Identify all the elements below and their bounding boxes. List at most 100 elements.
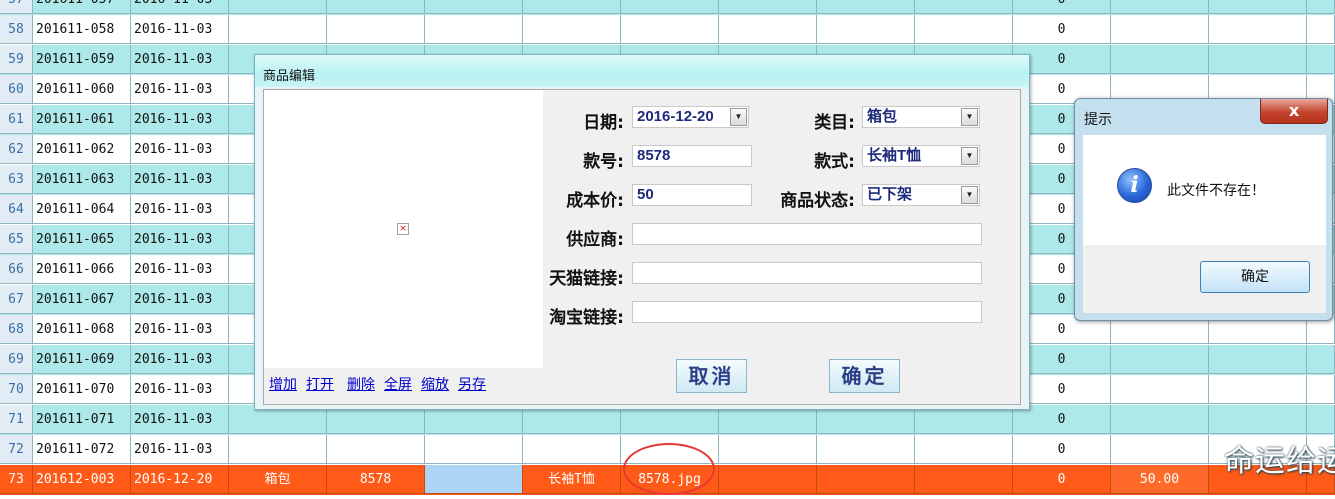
table-cell <box>425 15 523 44</box>
chevron-down-icon[interactable]: ▼ <box>961 108 978 126</box>
table-cell <box>915 465 1013 494</box>
order-code-cell: 201611-063 <box>33 165 131 194</box>
tmall-link-input[interactable] <box>632 262 982 284</box>
cost-label: 成本价: <box>566 191 624 211</box>
dialog-titlebar[interactable]: 商品编辑 <box>255 55 1029 87</box>
chevron-down-icon[interactable]: ▼ <box>961 147 978 165</box>
alert-content: i 此文件不存在！ <box>1083 135 1326 245</box>
close-icon: x <box>1288 101 1300 120</box>
close-button[interactable]: x <box>1260 99 1328 124</box>
row-number: 61 <box>0 105 33 134</box>
date-label: 日期: <box>583 113 624 133</box>
table-cell <box>1307 375 1335 404</box>
ok-button[interactable]: 确定 <box>1200 261 1310 293</box>
add-image-link[interactable]: 增加 <box>269 374 297 394</box>
cost-input[interactable]: 50 <box>632 184 752 206</box>
table-cell <box>719 15 817 44</box>
table-cell <box>817 15 915 44</box>
order-code-cell: 201611-060 <box>33 75 131 104</box>
date-cell: 2016-12-20 <box>131 465 229 494</box>
table-cell <box>719 0 817 14</box>
watermark: 命运给运 <box>1224 444 1335 479</box>
date-cell: 2016-11-03 <box>131 105 229 134</box>
table-cell <box>719 465 817 494</box>
order-code-cell: 201611-069 <box>33 345 131 374</box>
table-cell <box>621 15 719 44</box>
row-number: 71 <box>0 405 33 434</box>
status-select[interactable]: 已下架 ▼ <box>862 184 980 206</box>
status-value: 已下架 <box>867 186 913 203</box>
row-number: 62 <box>0 135 33 164</box>
save-as-image-link[interactable]: 另存 <box>458 374 486 394</box>
style-no-label: 款号: <box>583 152 624 172</box>
open-image-link[interactable]: 打开 <box>306 374 334 394</box>
table-cell <box>1111 0 1209 14</box>
style-cell: 长袖T恤 <box>523 465 621 494</box>
row-number: 65 <box>0 225 33 254</box>
category-label: 类目: <box>814 113 855 133</box>
table-cell <box>1209 405 1307 434</box>
date-cell: 2016-11-03 <box>131 195 229 224</box>
confirm-button[interactable]: 确定 <box>829 359 900 393</box>
date-cell: 2016-11-03 <box>131 315 229 344</box>
table-row[interactable]: 57201611-0572016-11-03 0 <box>0 0 1335 15</box>
zoom-image-link[interactable]: 缩放 <box>421 374 449 394</box>
delete-image-link[interactable]: 删除 <box>347 374 375 394</box>
chevron-down-icon[interactable]: ▼ <box>961 186 978 204</box>
fullscreen-image-link[interactable]: 全屏 <box>384 374 412 394</box>
row-number: 57 <box>0 0 33 14</box>
table-cell <box>229 0 327 14</box>
table-cell <box>1209 15 1307 44</box>
taobao-link-input[interactable] <box>632 301 982 323</box>
table-cell <box>1307 45 1335 74</box>
date-cell: 2016-11-03 <box>131 405 229 434</box>
status-label: 商品状态: <box>780 191 855 211</box>
cancel-button[interactable]: 取消 <box>676 359 747 393</box>
row-number: 58 <box>0 15 33 44</box>
date-cell: 2016-11-03 <box>131 165 229 194</box>
order-code-cell: 201611-068 <box>33 315 131 344</box>
category-cell: 箱包 <box>229 465 327 494</box>
table-cell <box>1209 0 1307 14</box>
table-cell <box>1209 45 1307 74</box>
category-select[interactable]: 箱包 ▼ <box>862 106 980 128</box>
tmall-link-label: 天猫链接: <box>549 269 624 289</box>
order-code-cell: 201611-059 <box>33 45 131 74</box>
order-code-cell: 201611-066 <box>33 255 131 284</box>
table-cell <box>1111 435 1209 464</box>
table-cell <box>1307 0 1335 14</box>
alert-footer: 确定 <box>1083 245 1326 313</box>
row-number: 66 <box>0 255 33 284</box>
price-cell: 50.00 <box>1111 465 1209 494</box>
row-number: 73 <box>0 465 33 494</box>
supplier-input[interactable] <box>632 223 982 245</box>
order-code-cell: 201611-071 <box>33 405 131 434</box>
table-cell <box>1111 345 1209 374</box>
table-cell <box>327 15 425 44</box>
table-cell <box>915 435 1013 464</box>
date-picker[interactable]: 2016-12-20 ▼ <box>632 106 749 128</box>
row-number: 67 <box>0 285 33 314</box>
chevron-down-icon[interactable]: ▼ <box>730 108 747 126</box>
table-cell <box>523 435 621 464</box>
table-cell <box>1111 405 1209 434</box>
style-label: 款式: <box>814 152 855 172</box>
table-cell <box>327 0 425 14</box>
date-cell: 2016-11-03 <box>131 255 229 284</box>
order-code-cell: 201611-072 <box>33 435 131 464</box>
table-row[interactable]: 58 201611-058 2016-11-03 0 <box>0 15 1335 45</box>
date-cell: 2016-11-03 <box>131 45 229 74</box>
style-no-input[interactable]: 8578 <box>632 145 752 167</box>
table-cell <box>1209 345 1307 374</box>
supplier-label: 供应商: <box>566 230 624 250</box>
style-select[interactable]: 长袖T恤 ▼ <box>862 145 980 167</box>
row-number: 59 <box>0 45 33 74</box>
info-icon: i <box>1117 168 1152 203</box>
date-cell: 2016-11-03 <box>131 75 229 104</box>
count-cell: 0 <box>1013 465 1111 494</box>
date-cell: 2016-11-03 <box>131 375 229 404</box>
date-cell: 2016-11-03 <box>131 285 229 314</box>
table-cell <box>1111 375 1209 404</box>
row-number: 72 <box>0 435 33 464</box>
row-number: 68 <box>0 315 33 344</box>
